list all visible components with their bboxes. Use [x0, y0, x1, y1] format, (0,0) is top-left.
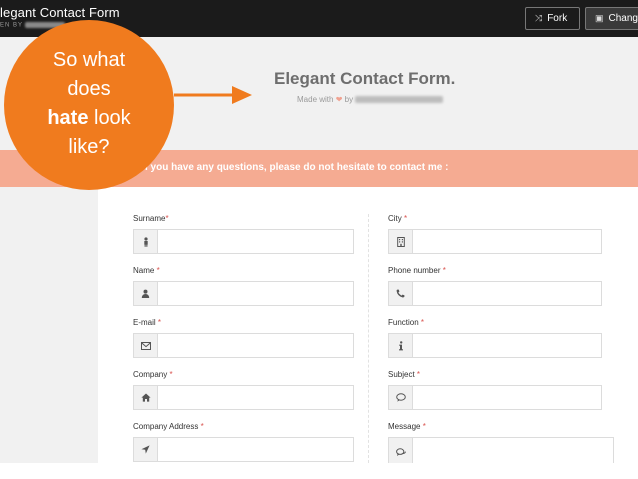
callout-line-1: So what [52, 49, 126, 71]
surname-input[interactable] [157, 229, 354, 254]
email-input[interactable] [157, 333, 354, 358]
message-textarea[interactable] [412, 437, 614, 463]
info-icon [388, 333, 412, 358]
redacted-name [355, 96, 444, 104]
company-address-input[interactable] [157, 437, 354, 462]
phone-icon [388, 281, 412, 306]
callout-arrow-icon [174, 86, 252, 104]
company-label: Company * [133, 370, 173, 379]
pen-title: legant Contact Form [0, 5, 120, 20]
phone-field: Phone number * [388, 265, 602, 306]
subject-label: Subject * [388, 370, 421, 379]
change-label: Chang [608, 13, 638, 24]
company-address-field: Company Address * [133, 421, 354, 462]
surname-label: Surname* [133, 214, 169, 223]
city-field: City * [388, 213, 602, 254]
function-label: Function * [388, 318, 425, 327]
form-title: Elegant Contact Form. [274, 69, 456, 88]
change-view-button[interactable]: ▣ Chang [585, 7, 638, 30]
callout-line-3: hate look [47, 107, 131, 129]
building-icon [388, 229, 412, 254]
callout-line-4: like? [68, 136, 110, 158]
user-icon [133, 229, 157, 254]
name-label: Name * [133, 266, 160, 275]
heart-icon: ❤ [335, 95, 343, 104]
fork-icon: ⤨ [535, 13, 543, 23]
message-label: Message * [388, 422, 426, 431]
location-arrow-icon [133, 437, 157, 462]
comment-icon [388, 385, 412, 410]
by-text: by [344, 95, 354, 104]
made-with-text: Made with [297, 95, 334, 104]
company-address-label: Company Address * [133, 422, 204, 431]
company-input[interactable] [157, 385, 354, 410]
made-with-line: Made with ❤ by [297, 95, 444, 104]
callout-line-2: does [67, 78, 111, 100]
function-field: Function * [388, 317, 602, 358]
comments-icon [388, 437, 412, 463]
column-divider [368, 214, 369, 463]
home-icon [133, 385, 157, 410]
byline-prefix: EN BY [0, 22, 24, 29]
function-input[interactable] [412, 333, 602, 358]
surname-field: Surname* [133, 213, 354, 254]
phone-input[interactable] [412, 281, 602, 306]
layout-icon: ▣ [595, 13, 604, 23]
phone-label: Phone number * [388, 266, 446, 275]
name-input[interactable] [157, 281, 354, 306]
fork-label: Fork [547, 13, 568, 24]
message-field: Message * [388, 421, 614, 463]
banner-text: l you have any questions, please do not … [145, 162, 449, 173]
person-icon [133, 281, 157, 306]
callout-bubble: So what does hate look like? [4, 20, 174, 190]
subject-input[interactable] [412, 385, 602, 410]
fork-button[interactable]: ⤨ Fork [525, 7, 580, 30]
name-field: Name * [133, 265, 354, 306]
email-label: E-mail * [133, 318, 162, 327]
city-input[interactable] [412, 229, 602, 254]
email-field: E-mail * [133, 317, 354, 358]
company-field: Company * [133, 369, 354, 410]
city-label: City * [388, 214, 408, 223]
envelope-icon [133, 333, 157, 358]
subject-field: Subject * [388, 369, 602, 410]
